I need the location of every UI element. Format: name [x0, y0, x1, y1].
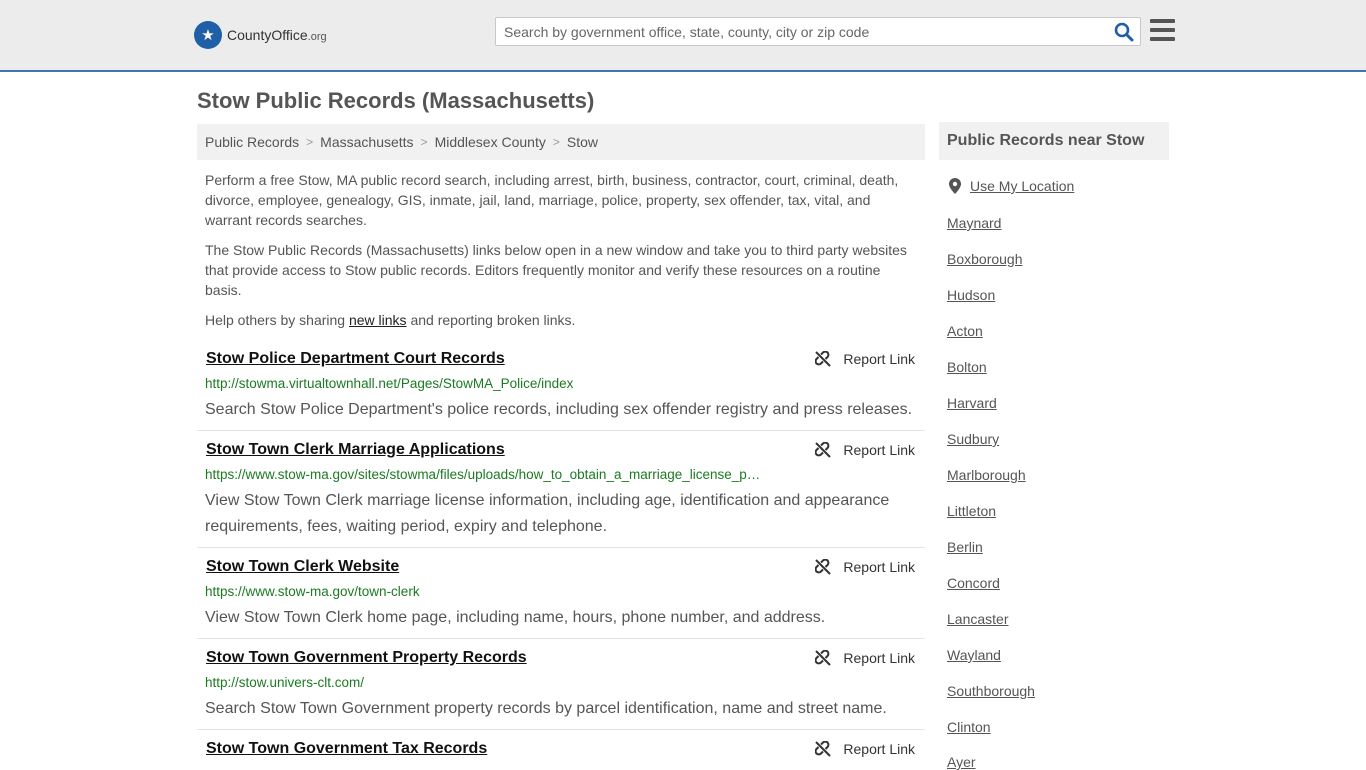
nearby-place-link[interactable]: Wayland — [947, 647, 1001, 663]
record-description: View Stow Town Clerk marriage license in… — [205, 492, 890, 535]
nearby-place-link[interactable]: Hudson — [947, 287, 995, 303]
record-url[interactable]: https://www.stow-ma.gov/town-clerk — [205, 584, 420, 599]
site-logo[interactable]: ★ CountyOffice.org — [194, 20, 327, 50]
search-icon — [1114, 22, 1134, 42]
report-link-button[interactable]: Report Link — [815, 650, 915, 666]
record-title-link[interactable]: Stow Town Clerk Website — [206, 558, 399, 576]
nearby-place-link[interactable]: Harvard — [947, 395, 997, 411]
nearby-place-link[interactable]: Bolton — [947, 359, 987, 375]
report-link-label: Report Link — [843, 351, 915, 367]
logo-main: CountyOffice — [227, 27, 308, 43]
seal-icon: ★ — [194, 21, 222, 49]
record-title-link[interactable]: Stow Town Clerk Marriage Applications — [206, 441, 505, 459]
record-title-link[interactable]: Stow Town Government Tax Records — [206, 740, 487, 758]
breadcrumb-separator: > — [420, 135, 428, 149]
report-link-button[interactable]: Report Link — [815, 442, 915, 458]
broken-link-icon — [815, 741, 832, 757]
broken-link-icon — [815, 650, 832, 666]
breadcrumb-item-massachusetts[interactable]: Massachusetts — [320, 134, 413, 150]
search-box — [495, 17, 1141, 46]
logo-text: CountyOffice.org — [227, 27, 327, 43]
breadcrumb-item-public-records[interactable]: Public Records — [205, 134, 299, 150]
record-description: View Stow Town Clerk home page, includin… — [205, 609, 826, 626]
record-item: Stow Police Department Court Records Rep… — [197, 350, 925, 431]
page-title: Stow Public Records (Massachusetts) — [197, 88, 595, 113]
use-my-location-label: Use My Location — [970, 178, 1075, 194]
nearby-place-link[interactable]: Marlborough — [947, 467, 1026, 483]
menu-bar — [1150, 28, 1175, 32]
nearby-place-link[interactable]: Littleton — [947, 503, 996, 519]
menu-bar — [1150, 37, 1175, 41]
location-pin-icon — [949, 178, 961, 194]
report-link-button[interactable]: Report Link — [815, 741, 915, 757]
record-item: Stow Town Clerk Website Report Link http… — [197, 558, 925, 639]
nearby-place-link[interactable]: Concord — [947, 575, 1000, 591]
intro-help-text: Help others by sharing — [205, 312, 349, 328]
intro-paragraph-1: Perform a free Stow, MA public record se… — [205, 172, 899, 228]
new-links-link[interactable]: new links — [349, 312, 407, 328]
intro-paragraph-2: The Stow Public Records (Massachusetts) … — [205, 242, 907, 298]
nearby-place-link[interactable]: Clinton — [947, 719, 991, 735]
breadcrumb-separator: > — [306, 135, 314, 149]
record-description: Search Stow Town Government property rec… — [205, 700, 887, 717]
record-url[interactable]: http://stow.univers-clt.com/ — [205, 675, 364, 690]
record-item: Stow Town Clerk Marriage Applications Re… — [197, 441, 925, 548]
logo-tld: .org — [307, 31, 327, 43]
nearby-place-link[interactable]: Acton — [947, 323, 983, 339]
nearby-place-link[interactable]: Sudbury — [947, 431, 999, 447]
broken-link-icon — [815, 351, 832, 367]
nearby-place-link[interactable]: Lancaster — [947, 611, 1008, 627]
intro-help-text-end: and reporting broken links. — [406, 312, 576, 328]
report-link-label: Report Link — [843, 650, 915, 666]
report-link-button[interactable]: Report Link — [815, 351, 915, 367]
search-button[interactable] — [1114, 22, 1134, 42]
record-item: Stow Town Government Property Records Re… — [197, 649, 925, 730]
report-link-button[interactable]: Report Link — [815, 559, 915, 575]
report-link-label: Report Link — [843, 559, 915, 575]
report-link-label: Report Link — [843, 442, 915, 458]
breadcrumb-separator: > — [552, 135, 560, 149]
site-header: ★ CountyOffice.org — [0, 0, 1366, 72]
breadcrumb: Public Records > Massachusetts > Middles… — [197, 124, 925, 160]
use-my-location-link[interactable]: Use My Location — [949, 178, 1074, 194]
nearby-place-link[interactable]: Maynard — [947, 215, 1001, 231]
record-url[interactable]: https://www.stow-ma.gov/sites/stowma/fil… — [205, 467, 760, 482]
breadcrumb-item-middlesex-county[interactable]: Middlesex County — [435, 134, 546, 150]
intro-paragraph-3: Help others by sharing new links and rep… — [205, 310, 915, 330]
nearby-place-link[interactable]: Boxborough — [947, 251, 1023, 267]
sidebar-title: Public Records near Stow — [939, 122, 1169, 160]
search-input[interactable] — [496, 18, 1106, 45]
hamburger-menu-icon[interactable] — [1150, 19, 1175, 41]
record-description: Search Stow Police Department's police r… — [205, 401, 913, 418]
menu-bar — [1150, 19, 1175, 23]
record-url[interactable]: http://stowma.virtualtownhall.net/Pages/… — [205, 376, 573, 391]
record-item: Stow Town Government Tax Records Report … — [197, 740, 925, 768]
breadcrumb-item-stow[interactable]: Stow — [567, 134, 598, 150]
record-title-link[interactable]: Stow Town Government Property Records — [206, 649, 527, 667]
record-title-link[interactable]: Stow Police Department Court Records — [206, 350, 505, 368]
broken-link-icon — [815, 559, 832, 575]
broken-link-icon — [815, 442, 832, 458]
nearby-place-link[interactable]: Southborough — [947, 683, 1035, 699]
report-link-label: Report Link — [843, 741, 915, 757]
nearby-place-link[interactable]: Berlin — [947, 539, 983, 555]
